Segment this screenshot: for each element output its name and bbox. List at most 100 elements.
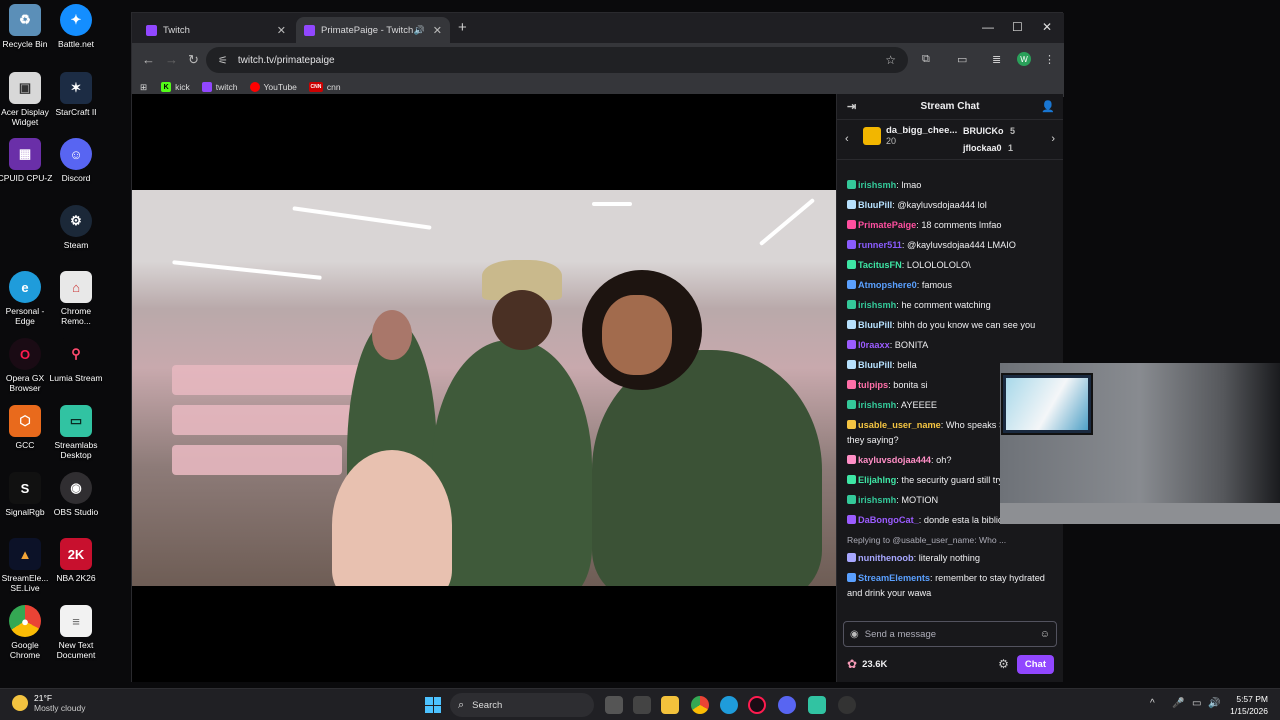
gear-icon[interactable]: ⚙ — [998, 657, 1009, 671]
close-icon[interactable]: ✕ — [277, 24, 286, 37]
chat-username[interactable]: irishsmh — [858, 300, 896, 310]
opera-gx-taskbar-icon[interactable] — [748, 696, 766, 714]
desktop-icon-streamlabs[interactable]: ▭ Streamlabs Desktop — [47, 405, 105, 467]
task-view-icon[interactable] — [605, 696, 623, 714]
desktop-icon-acer-display-widget[interactable]: ▣ Acer Display Widget — [0, 72, 54, 134]
close-icon[interactable]: ✕ — [433, 24, 442, 37]
discord-taskbar-icon[interactable] — [778, 696, 796, 714]
chrome-taskbar-icon[interactable] — [691, 696, 709, 714]
site-info-icon[interactable]: ⚟ — [218, 54, 228, 67]
chat-username[interactable]: StreamElements — [858, 573, 930, 583]
desktop-icon-battle-net[interactable]: ✦ Battle.net — [47, 4, 105, 66]
gift-side-entry: BRUICKo 5 — [963, 126, 1015, 136]
chat-username[interactable]: BluuPill — [858, 360, 892, 370]
desktop-icon-obs[interactable]: ◉ OBS Studio — [47, 472, 105, 534]
desktop-icon-recycle-bin[interactable]: ♻ Recycle Bin — [0, 4, 54, 66]
chat-username[interactable]: tulpips — [858, 380, 888, 390]
desktop-icon-gcc[interactable]: ⬡ GCC — [0, 405, 54, 467]
minimize-button[interactable]: — — [982, 20, 994, 34]
tab-twitch[interactable]: Twitch ✕ — [138, 17, 294, 43]
chat-username[interactable]: irishsmh — [858, 400, 896, 410]
close-window-button[interactable]: ✕ — [1042, 20, 1052, 34]
weather-widget[interactable]: 21°F Mostly cloudy — [12, 693, 86, 713]
new-tab-button[interactable]: + — [458, 19, 467, 36]
streamlabs-taskbar-icon[interactable] — [808, 696, 826, 714]
chat-username[interactable]: Atmopshere0 — [858, 280, 917, 290]
chat-username[interactable]: DaBongoCat_ — [858, 515, 919, 525]
chat-username[interactable]: l0raaxx — [858, 340, 890, 350]
reload-button[interactable]: ↻ — [188, 52, 199, 68]
chevron-left-icon[interactable]: ‹ — [845, 133, 849, 145]
chat-username[interactable]: TacitusFN — [858, 260, 902, 270]
badge-icon — [847, 553, 856, 562]
community-icon[interactable]: 👤 — [1041, 100, 1055, 113]
chat-username[interactable]: BluuPill — [858, 200, 892, 210]
desktop-icon-steam[interactable]: ⚙ Steam — [47, 205, 105, 267]
tv — [1001, 373, 1093, 435]
badge-icon — [847, 455, 856, 464]
bookmark-twitch[interactable]: twitch — [201, 82, 238, 92]
desktop-icon-lumia-stream[interactable]: ⚲ Lumia Stream — [47, 338, 105, 400]
chat-input[interactable]: ◉ Send a message ☺ — [843, 621, 1057, 647]
extensions-icon[interactable]: ⧉ — [922, 53, 930, 66]
clock[interactable]: 5:57 PM 1/15/2026 — [1230, 693, 1268, 717]
volume-icon[interactable]: 🔊 — [1208, 698, 1220, 709]
signalrgb-icon: S — [9, 472, 41, 504]
desktop-icon-discord[interactable]: ☺ Discord — [47, 138, 105, 200]
chat-username[interactable]: irishsmh — [858, 180, 896, 190]
video-player[interactable] — [132, 94, 836, 682]
address-bar[interactable]: ⚟ twitch.tv/primatepaige ☆ — [206, 47, 908, 73]
desktop-icon-nba2k[interactable]: 2K NBA 2K26 — [47, 538, 105, 600]
cast-icon[interactable]: ▭ — [957, 53, 967, 66]
chat-username[interactable]: Elijahlng — [858, 475, 896, 485]
bookmark-star-icon[interactable]: ☆ — [885, 53, 896, 67]
microphone-icon[interactable]: 🎤 — [1172, 698, 1184, 709]
emote-picker-icon[interactable]: ☺ — [1040, 629, 1050, 640]
desktop-icon-streamelements[interactable]: ▲ StreamEle... SE.Live — [0, 538, 54, 600]
chat-username[interactable]: irishsmh — [858, 495, 896, 505]
desktop-icon-cpuz[interactable]: ▦ CPUID CPU-Z — [0, 138, 54, 200]
desktop-icon-signalrgb[interactable]: S SignalRgb — [0, 472, 54, 534]
taskbar-search[interactable]: ⌕ Search — [450, 693, 594, 717]
chat-username[interactable]: runner511 — [858, 240, 902, 250]
chevron-right-icon[interactable]: › — [1051, 133, 1055, 145]
bookmark-cnn[interactable]: CNN cnn — [308, 82, 341, 92]
menu-icon[interactable]: ⋮ — [1044, 53, 1055, 66]
network-icon[interactable]: ▭ — [1192, 698, 1201, 709]
chat-username[interactable]: BluuPill — [858, 320, 892, 330]
desktop-icon-new-text-document[interactable]: ≡ New Text Document — [47, 605, 105, 667]
file-explorer-icon[interactable] — [661, 696, 679, 714]
video-frame[interactable] — [132, 190, 836, 586]
profile-avatar[interactable]: W — [1017, 52, 1031, 66]
widgets-icon[interactable] — [633, 696, 651, 714]
reading-list-icon[interactable]: ≣ — [992, 53, 1001, 66]
webcam-overlay — [1000, 363, 1280, 524]
desktop-icon-starcraft[interactable]: ✶ StarCraft II — [47, 72, 105, 134]
desktop-icon-chrome-remote[interactable]: ⌂ Chrome Remo... — [47, 271, 105, 333]
back-button[interactable]: ← — [142, 52, 155, 67]
channel-points-icon[interactable]: ✿ — [847, 657, 857, 671]
edge-taskbar-icon[interactable] — [720, 696, 738, 714]
desktop-icon-google-chrome[interactable]: ● Google Chrome — [0, 605, 54, 667]
chat-send-button[interactable]: Chat — [1016, 654, 1054, 674]
chevron-up-icon[interactable]: ^ — [1150, 698, 1155, 709]
desktop-icon-label: Acer Display Widget — [1, 107, 49, 127]
channel-points[interactable]: 23.6K — [862, 659, 887, 670]
speaker-icon[interactable]: 🔊 — [414, 25, 425, 36]
forward-button[interactable]: → — [165, 52, 178, 67]
chat-username[interactable]: PrimatePaige — [858, 220, 916, 230]
chat-username[interactable]: kayluvsdojaa444 — [858, 455, 931, 465]
tab-primatepaige[interactable]: PrimatePaige - Twitch 🔊 ✕ — [296, 17, 450, 43]
chat-username[interactable]: nunithenoob — [858, 553, 914, 563]
collapse-chat-icon[interactable]: ⇥ — [847, 100, 856, 113]
apps-grid-icon[interactable]: ⊞ — [140, 82, 147, 93]
chat-message: irishsmh: he comment watching — [847, 298, 1056, 313]
maximize-button[interactable]: ☐ — [1012, 20, 1023, 34]
desktop-icon-opera-gx[interactable]: O Opera GX Browser — [0, 338, 54, 400]
start-button[interactable] — [425, 697, 441, 713]
desktop-icon-edge[interactable]: e Personal - Edge — [0, 271, 54, 333]
app-taskbar-icon[interactable] — [838, 696, 856, 714]
bookmark-youtube[interactable]: YouTube — [249, 82, 297, 92]
chat-username[interactable]: usable_user_name — [858, 420, 941, 430]
bookmark-kick[interactable]: K kick — [161, 82, 190, 92]
